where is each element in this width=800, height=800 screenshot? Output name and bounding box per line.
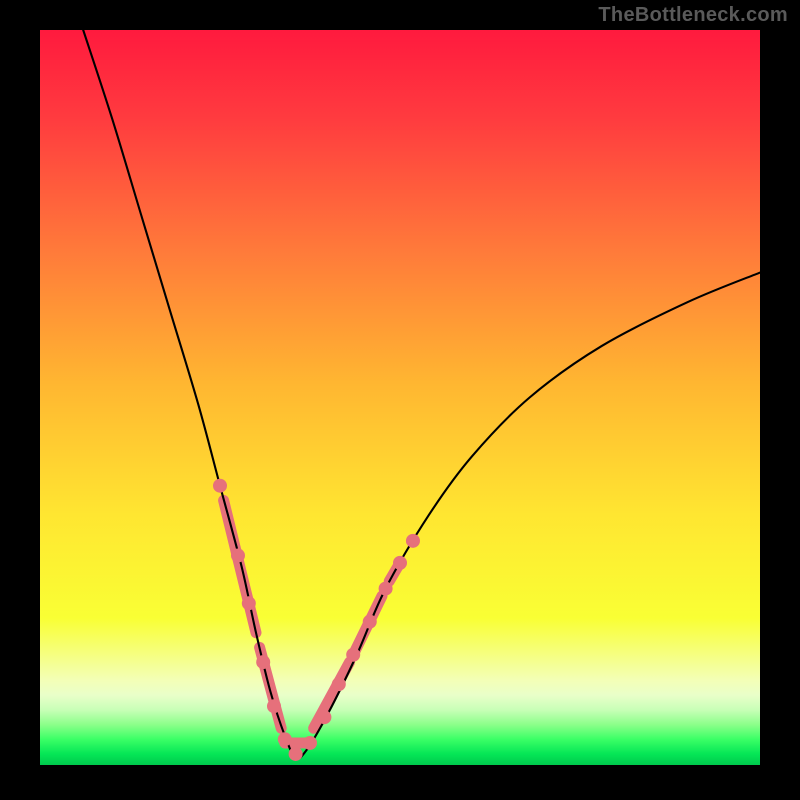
bottleneck-chart bbox=[0, 0, 800, 800]
marker-dot bbox=[278, 732, 292, 746]
marker-dot bbox=[346, 648, 360, 662]
marker-dot bbox=[332, 677, 346, 691]
marker-dot bbox=[379, 582, 393, 596]
marker-dot bbox=[406, 534, 420, 548]
marker-dot bbox=[363, 615, 377, 629]
marker-dot bbox=[303, 736, 317, 750]
plot-background bbox=[40, 30, 760, 765]
marker-dot bbox=[231, 549, 245, 563]
marker-dot bbox=[317, 710, 331, 724]
marker-dot bbox=[267, 699, 281, 713]
marker-dot bbox=[213, 479, 227, 493]
watermark-text: TheBottleneck.com bbox=[598, 4, 788, 27]
marker-dot bbox=[289, 747, 303, 761]
marker-dot bbox=[242, 596, 256, 610]
marker-dot bbox=[256, 655, 270, 669]
marker-dot bbox=[393, 556, 407, 570]
chart-stage: TheBottleneck.com bbox=[0, 0, 800, 800]
